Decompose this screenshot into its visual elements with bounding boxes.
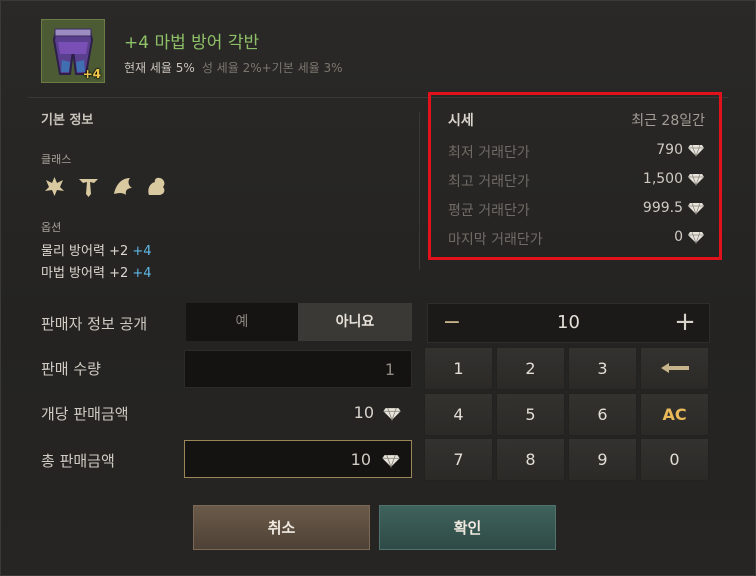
backspace-arrow-icon bbox=[660, 359, 690, 378]
numpad-key-3[interactable]: 3 bbox=[568, 347, 637, 390]
diamond-icon bbox=[687, 144, 705, 161]
class-icons bbox=[42, 174, 169, 199]
numpad-key-5[interactable]: 5 bbox=[496, 393, 565, 436]
market-period: 최근 28일간 bbox=[631, 113, 705, 129]
seller-info-label: 판매자 정보 공개 bbox=[41, 315, 148, 333]
price-row: 최고 거래단가 1,500 bbox=[448, 171, 705, 191]
quantity-label: 판매 수량 bbox=[41, 360, 101, 378]
diamond-icon bbox=[381, 453, 401, 472]
price-label: 최저 거래단가 bbox=[448, 145, 530, 161]
unit-price-value: 10 bbox=[353, 403, 374, 422]
basic-info-title: 기본 정보 bbox=[41, 113, 94, 128]
class-emblem-icon bbox=[144, 174, 169, 199]
total-price-value: 10 bbox=[350, 450, 371, 469]
option-line: 물리 방어력 +2 +4 bbox=[41, 240, 152, 259]
diamond-icon bbox=[687, 202, 705, 219]
sell-dialog: +4 +4 마법 방어 각반 현재 세율 5% 성 세율 2%+기본 세율 3% … bbox=[0, 0, 756, 576]
numpad-key-9[interactable]: 9 bbox=[568, 438, 637, 481]
price-value: 0 bbox=[674, 229, 683, 245]
diamond-icon bbox=[687, 231, 705, 248]
class-emblem-icon bbox=[76, 174, 101, 199]
backspace-button[interactable] bbox=[640, 347, 709, 390]
diamond-icon bbox=[382, 406, 402, 425]
option-bonus: +4 bbox=[132, 244, 152, 259]
numpad-key-4[interactable]: 4 bbox=[424, 393, 493, 436]
increment-button[interactable]: + bbox=[671, 304, 699, 342]
enhance-badge: +4 bbox=[82, 67, 101, 81]
tax-detail: 성 세율 2%+기본 세율 3% bbox=[201, 61, 343, 75]
market-header: 시세 최근 28일간 bbox=[448, 110, 705, 130]
numpad-key-2[interactable]: 2 bbox=[496, 347, 565, 390]
total-price-label: 총 판매금액 bbox=[41, 452, 115, 470]
total-price-field: 10 bbox=[184, 440, 412, 478]
item-name: +4 마법 방어 각반 bbox=[124, 33, 260, 53]
tax-info: 현재 세율 5% 성 세율 2%+기본 세율 3% bbox=[124, 59, 343, 76]
market-title: 시세 bbox=[448, 113, 474, 129]
price-row: 평균 거래단가 999.5 bbox=[448, 200, 705, 220]
unit-price-label: 개당 판매금액 bbox=[41, 405, 129, 423]
confirm-button[interactable]: 확인 bbox=[379, 505, 556, 550]
option-label: 옵션 bbox=[41, 221, 62, 234]
seller-info-no-option[interactable]: 아니요 bbox=[298, 303, 412, 341]
unit-price-field[interactable]: 10 bbox=[184, 394, 412, 432]
price-label: 최고 거래단가 bbox=[448, 174, 530, 190]
numpad-key-0[interactable]: 0 bbox=[640, 438, 709, 481]
market-price-box: 시세 최근 28일간 최저 거래단가 790 최고 거래단가 1,500 평균 … bbox=[428, 92, 722, 260]
price-label: 평균 거래단가 bbox=[448, 203, 530, 219]
numpad-key-6[interactable]: 6 bbox=[568, 393, 637, 436]
tax-current: 현재 세율 5% bbox=[124, 61, 195, 75]
price-value: 790 bbox=[656, 142, 683, 158]
price-row: 최저 거래단가 790 bbox=[448, 142, 705, 162]
quantity-value: 1 bbox=[384, 360, 395, 379]
option-text: 마법 방어력 +2 bbox=[41, 266, 129, 281]
numpad-key-8[interactable]: 8 bbox=[496, 438, 565, 481]
option-bonus: +4 bbox=[132, 266, 152, 281]
class-emblem-icon bbox=[42, 174, 67, 199]
vertical-divider bbox=[419, 112, 420, 270]
numpad-display-bar: 10 − + bbox=[427, 303, 710, 343]
numpad-display: 10 bbox=[557, 312, 580, 333]
cancel-button[interactable]: 취소 bbox=[193, 505, 370, 550]
price-value: 999.5 bbox=[642, 200, 683, 216]
item-leggings-icon: +4 bbox=[41, 19, 105, 83]
seller-info-toggle: 예 아니요 bbox=[186, 303, 412, 341]
quantity-field[interactable]: 1 bbox=[184, 350, 412, 388]
clear-all-button[interactable]: AC bbox=[640, 393, 709, 436]
diamond-icon bbox=[687, 173, 705, 190]
decrement-button[interactable]: − bbox=[438, 304, 466, 342]
class-label: 클래스 bbox=[41, 153, 72, 166]
numpad-key-1[interactable]: 1 bbox=[424, 347, 493, 390]
price-value: 1,500 bbox=[642, 171, 683, 187]
option-line: 마법 방어력 +2 +4 bbox=[41, 262, 152, 281]
price-row: 마지막 거래단가 0 bbox=[448, 229, 705, 249]
price-label: 마지막 거래단가 bbox=[448, 232, 543, 248]
class-emblem-icon bbox=[110, 174, 135, 199]
numpad-key-7[interactable]: 7 bbox=[424, 438, 493, 481]
seller-info-yes-option[interactable]: 예 bbox=[186, 303, 298, 341]
option-text: 물리 방어력 +2 bbox=[41, 244, 129, 259]
